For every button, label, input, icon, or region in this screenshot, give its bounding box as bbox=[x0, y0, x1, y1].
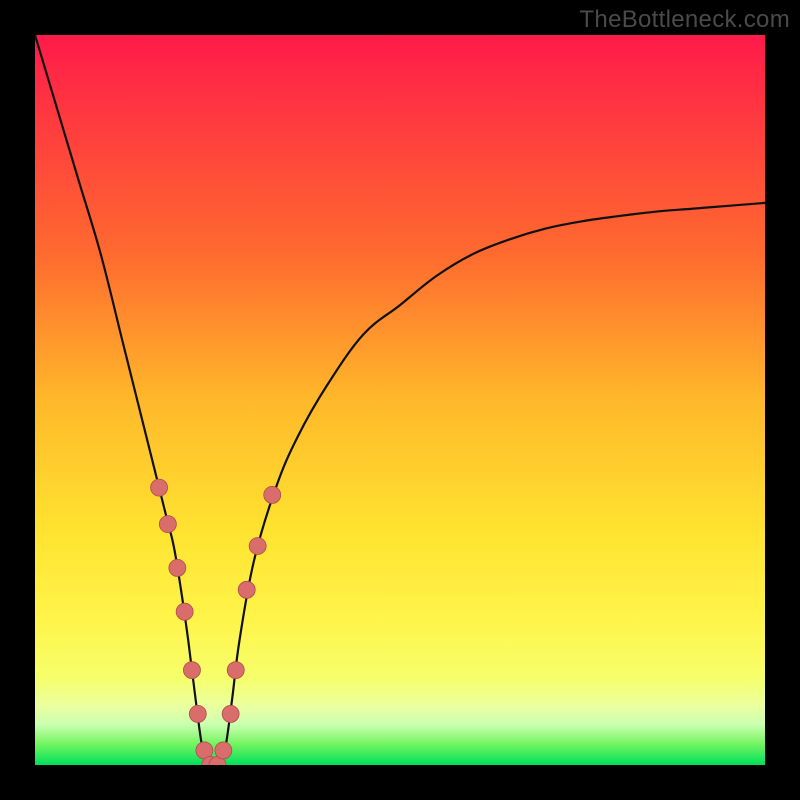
data-marker bbox=[227, 662, 244, 679]
data-marker bbox=[222, 705, 239, 722]
data-marker bbox=[215, 742, 232, 759]
plot-area bbox=[35, 35, 765, 765]
data-marker bbox=[189, 705, 206, 722]
data-marker bbox=[183, 662, 200, 679]
data-marker bbox=[196, 742, 213, 759]
site-watermark: TheBottleneck.com bbox=[579, 6, 790, 34]
data-marker bbox=[151, 479, 168, 496]
data-marker bbox=[249, 538, 266, 555]
data-marker bbox=[169, 559, 186, 576]
chart-svg bbox=[35, 35, 765, 765]
data-marker bbox=[202, 757, 219, 766]
data-marker bbox=[238, 581, 255, 598]
data-marker bbox=[264, 486, 281, 503]
chart-frame: TheBottleneck.com bbox=[0, 0, 800, 800]
bottleneck-curve bbox=[35, 35, 765, 765]
data-marker bbox=[159, 516, 176, 533]
data-markers bbox=[151, 479, 281, 765]
data-marker bbox=[176, 603, 193, 620]
data-marker bbox=[209, 757, 226, 766]
